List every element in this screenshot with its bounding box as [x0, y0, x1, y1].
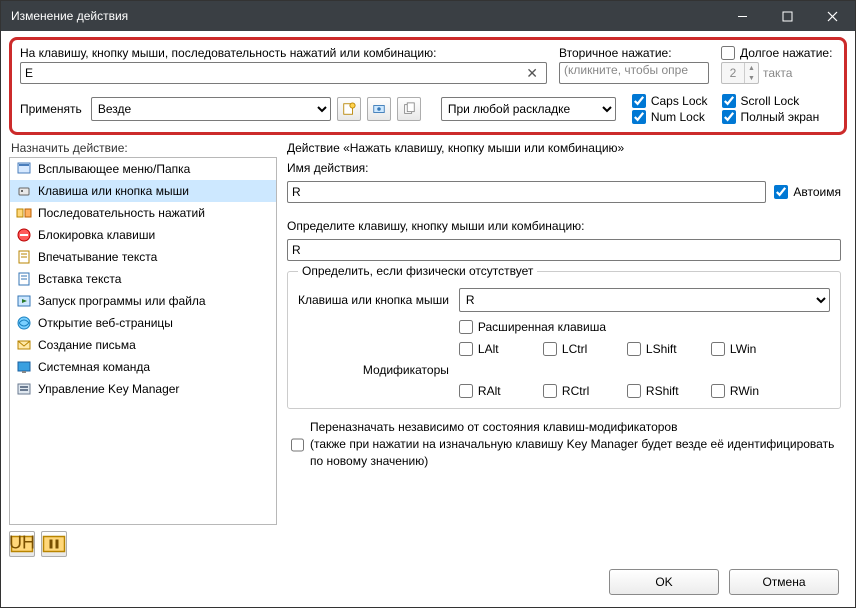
action-label: Впечатывание текста — [38, 250, 157, 264]
action-icon — [16, 227, 32, 243]
action-icon — [16, 161, 32, 177]
action-icon — [16, 183, 32, 199]
pick-window-button[interactable] — [367, 97, 391, 121]
dialog-window: Изменение действия На клавишу, кнопку мы… — [0, 0, 856, 608]
action-label: Всплывающее меню/Папка — [38, 162, 190, 176]
apply-select[interactable]: Везде — [91, 97, 331, 121]
action-label: Последовательность нажатий — [38, 206, 205, 220]
action-list-header: Назначить действие: — [9, 139, 277, 157]
window-title: Изменение действия — [11, 9, 720, 23]
group-legend: Определить, если физически отсутствует — [298, 264, 537, 278]
list-item[interactable]: Блокировка клавиши — [10, 224, 276, 246]
close-button[interactable] — [810, 1, 855, 31]
long-press-spinner: 2 ▲▼ — [721, 62, 759, 84]
action-label: Вставка текста — [38, 272, 121, 286]
minimize-button[interactable] — [720, 1, 765, 31]
action-icon — [16, 337, 32, 353]
secondary-label: Вторичное нажатие: — [559, 46, 709, 60]
spin-up-icon[interactable]: ▲ — [745, 63, 758, 73]
capslock-checkbox[interactable] — [632, 94, 646, 108]
action-icon — [16, 249, 32, 265]
define-key-input[interactable] — [287, 239, 841, 261]
action-name-input[interactable] — [287, 181, 766, 203]
action-icon — [16, 293, 32, 309]
autoname-checkbox[interactable] — [774, 185, 788, 199]
absent-group: Определить, если физически отсутствует К… — [287, 271, 841, 409]
trigger-section: На клавишу, кнопку мыши, последовательно… — [9, 37, 847, 135]
copy-target-button[interactable] — [397, 97, 421, 121]
mod-lshift-checkbox[interactable] — [627, 342, 641, 356]
list-item[interactable]: Системная команда — [10, 356, 276, 378]
action-label: Блокировка клавиши — [38, 228, 155, 242]
mod-ralt-checkbox[interactable] — [459, 384, 473, 398]
numlock-checkbox[interactable] — [632, 110, 646, 124]
action-icon — [16, 315, 32, 331]
pause-button[interactable] — [41, 531, 67, 557]
unicode-button[interactable]: UH — [9, 531, 35, 557]
reassign-checkbox[interactable] — [291, 421, 304, 469]
spin-down-icon[interactable]: ▼ — [745, 73, 758, 83]
cancel-button[interactable]: Отмена — [729, 569, 839, 595]
action-icon — [16, 359, 32, 375]
action-icon — [16, 271, 32, 287]
modifiers-label: Модификаторы — [298, 363, 449, 377]
phys-key-select[interactable]: R — [459, 288, 830, 312]
action-header: Действие «Нажать клавишу, кнопку мыши ил… — [287, 139, 841, 155]
maximize-button[interactable] — [765, 1, 810, 31]
list-item[interactable]: Управление Key Manager — [10, 378, 276, 400]
action-label: Создание письма — [38, 338, 136, 352]
list-item[interactable]: Последовательность нажатий — [10, 202, 276, 224]
secondary-input[interactable]: (кликните, чтобы опре — [559, 62, 709, 84]
mod-rctrl-checkbox[interactable] — [543, 384, 557, 398]
right-panel: Действие «Нажать клавишу, кнопку мыши ил… — [281, 139, 847, 557]
action-label: Запуск программы или файла — [38, 294, 206, 308]
name-label: Имя действия: — [287, 161, 841, 175]
svg-text:UH: UH — [10, 533, 34, 553]
phys-key-label: Клавиша или кнопка мыши — [298, 293, 449, 307]
apply-label: Применять — [20, 102, 82, 116]
mid-section: Назначить действие: Всплывающее меню/Пап… — [9, 139, 847, 557]
action-icon — [16, 205, 32, 221]
content: На клавишу, кнопку мыши, последовательно… — [1, 31, 855, 607]
titlebar[interactable]: Изменение действия — [1, 1, 855, 31]
mod-lwin-checkbox[interactable] — [711, 342, 725, 356]
action-label: Управление Key Manager — [38, 382, 179, 396]
key-input[interactable] — [25, 64, 522, 82]
ok-button[interactable]: OK — [609, 569, 719, 595]
long-press-label: Долгое нажатие: — [740, 46, 832, 60]
dialog-buttons: OK Отмена — [9, 561, 847, 599]
list-item[interactable]: Открытие веб-страницы — [10, 312, 276, 334]
modifiers-row: LAltLCtrlLShiftLWinRAltRCtrlRShiftRWin — [459, 342, 830, 398]
list-item[interactable]: Запуск программы или файла — [10, 290, 276, 312]
new-target-button[interactable] — [337, 97, 361, 121]
reassign-text2: (также при нажатии на изначальную клавиш… — [310, 437, 834, 468]
clear-key-icon[interactable]: ✕ — [522, 65, 542, 82]
mod-rwin-checkbox[interactable] — [711, 384, 725, 398]
key-label: На клавишу, кнопку мыши, последовательно… — [20, 46, 547, 60]
reassign-text: Переназначать независимо от состояния кл… — [310, 420, 677, 434]
list-item[interactable]: Клавиша или кнопка мыши — [10, 180, 276, 202]
action-label: Системная команда — [38, 360, 150, 374]
long-press-checkbox[interactable] — [721, 46, 735, 60]
mod-rshift-checkbox[interactable] — [627, 384, 641, 398]
action-label: Открытие веб-страницы — [38, 316, 173, 330]
list-item[interactable]: Всплывающее меню/Папка — [10, 158, 276, 180]
fullscreen-checkbox[interactable] — [722, 110, 736, 124]
list-item[interactable]: Впечатывание текста — [10, 246, 276, 268]
list-item[interactable]: Создание письма — [10, 334, 276, 356]
list-item[interactable]: Вставка текста — [10, 268, 276, 290]
action-label: Клавиша или кнопка мыши — [38, 184, 189, 198]
action-icon — [16, 381, 32, 397]
left-panel: Назначить действие: Всплывающее меню/Пап… — [9, 139, 277, 557]
long-unit: такта — [763, 66, 792, 80]
layout-select[interactable]: При любой раскладке — [441, 97, 616, 121]
action-list[interactable]: Всплывающее меню/Папка Клавиша или кнопка… — [9, 157, 277, 525]
define-label: Определите клавишу, кнопку мыши или комб… — [287, 219, 841, 233]
mod-lctrl-checkbox[interactable] — [543, 342, 557, 356]
extended-key-checkbox[interactable] — [459, 320, 473, 334]
scrolllock-checkbox[interactable] — [722, 94, 736, 108]
key-input-wrap[interactable]: ✕ — [20, 62, 547, 84]
mod-lalt-checkbox[interactable] — [459, 342, 473, 356]
